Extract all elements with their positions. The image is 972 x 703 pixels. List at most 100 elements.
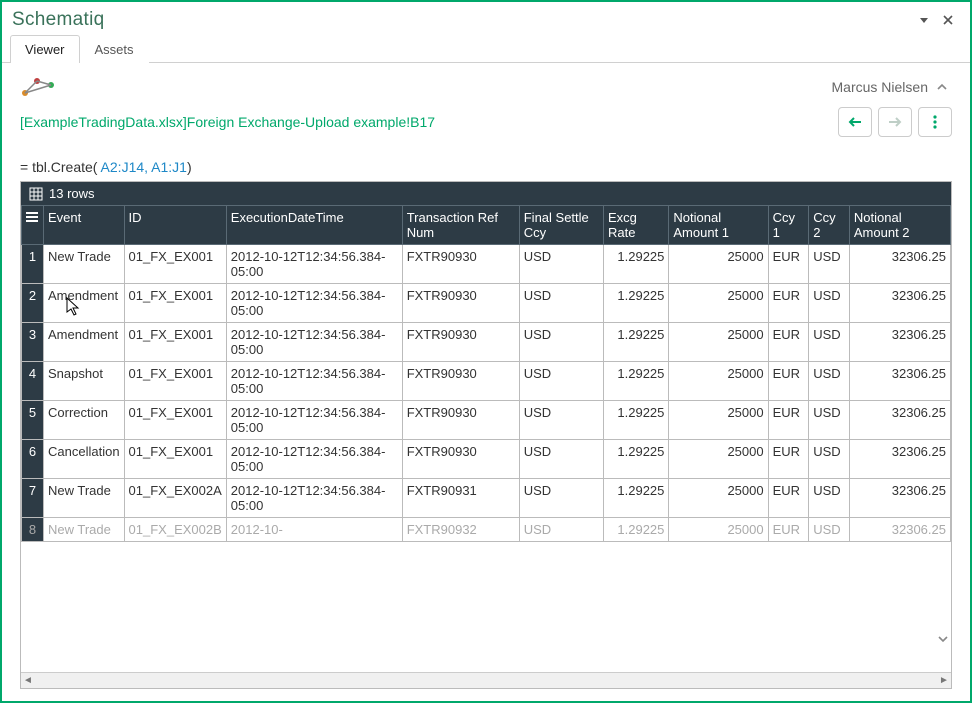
table-header-bar: 13 rows [21,182,951,205]
cell-ccy2: USD [809,362,850,401]
cell-amt1: 25000 [669,479,768,518]
col-amt1[interactable]: Notional Amount 1 [669,206,768,245]
cell-ccy1: EUR [768,401,809,440]
cell-event: New Trade [44,479,125,518]
cell-ccy1: EUR [768,284,809,323]
back-button[interactable] [838,107,872,137]
table-row[interactable]: 2Amendment01_FX_EX0012012-10-12T12:34:56… [22,284,951,323]
cell-ccy: USD [519,362,603,401]
cell-amt1: 25000 [669,323,768,362]
table-row[interactable]: 6Cancellation01_FX_EX0012012-10-12T12:34… [22,440,951,479]
cell-ccy: USD [519,401,603,440]
cell-rate: 1.29225 [603,362,668,401]
table-row[interactable]: 7New Trade01_FX_EX002A2012-10-12T12:34:5… [22,479,951,518]
row-number: 3 [22,323,44,362]
tab-viewer[interactable]: Viewer [10,35,80,63]
col-settleccy[interactable]: Final Settle Ccy [519,206,603,245]
table-row[interactable]: 5Correction01_FX_EX0012012-10-12T12:34:5… [22,401,951,440]
col-execdt[interactable]: ExecutionDateTime [226,206,402,245]
cell-ccy2: USD [809,323,850,362]
formula-suffix: ) [187,159,192,175]
cell-dt: 2012-10-12T12:34:56.384-05:00 [226,401,402,440]
table-row[interactable]: 8New Trade01_FX_EX002B2012-10-FXTR90932U… [22,518,951,542]
cell-rate: 1.29225 [603,479,668,518]
col-ref[interactable]: Transaction Ref Num [402,206,519,245]
cell-dt: 2012-10-12T12:34:56.384-05:00 [226,440,402,479]
cell-amt1: 25000 [669,440,768,479]
cell-amt2: 32306.25 [849,518,950,542]
cell-event: Correction [44,401,125,440]
cell-dt: 2012-10- [226,518,402,542]
row-number: 4 [22,362,44,401]
cell-ccy2: USD [809,440,850,479]
cell-ccy: USD [519,245,603,284]
cell-event: Amendment [44,323,125,362]
close-button[interactable] [936,8,960,32]
cell-rate: 1.29225 [603,245,668,284]
cell-amt2: 32306.25 [849,440,950,479]
table-row[interactable]: 4Snapshot01_FX_EX0012012-10-12T12:34:56.… [22,362,951,401]
row-number: 7 [22,479,44,518]
row-number: 5 [22,401,44,440]
row-count-label: 13 rows [49,186,95,201]
row-number: 6 [22,440,44,479]
cell-id: 01_FX_EX001 [124,440,226,479]
cell-ccy: USD [519,440,603,479]
cell-ref: FXTR90930 [402,440,519,479]
titlebar: Schematiq [2,2,970,34]
cell-ref: FXTR90932 [402,518,519,542]
cell-amt1: 25000 [669,284,768,323]
row-number: 8 [22,518,44,542]
formula: = tbl.Create( A2:J14, A1:J1) [20,159,952,175]
cell-dt: 2012-10-12T12:34:56.384-05:00 [226,245,402,284]
col-id[interactable]: ID [124,206,226,245]
cell-amt1: 25000 [669,401,768,440]
data-table: Event ID ExecutionDateTime Transaction R… [21,205,951,542]
cell-amt1: 25000 [669,245,768,284]
formula-args: A2:J14, A1:J1 [97,159,187,175]
cell-amt1: 25000 [669,518,768,542]
row-menu-header[interactable] [22,206,44,245]
cell-ref: FXTR90931 [402,479,519,518]
cell-ccy: USD [519,518,603,542]
col-event[interactable]: Event [44,206,125,245]
col-amt2[interactable]: Notional Amount 2 [849,206,950,245]
cell-amt2: 32306.25 [849,323,950,362]
cell-ccy1: EUR [768,518,809,542]
cell-ccy2: USD [809,245,850,284]
table-container: 13 rows Event ID ExecutionDateTime Trans… [20,181,952,689]
col-rate[interactable]: Excg Rate [603,206,668,245]
collapse-icon[interactable] [932,81,952,93]
username-label: Marcus Nielsen [832,79,928,95]
cell-id: 01_FX_EX001 [124,362,226,401]
cell-ccy1: EUR [768,479,809,518]
cell-event: Cancellation [44,440,125,479]
minimize-button[interactable] [912,8,936,32]
window-title: Schematiq [12,9,104,31]
cell-event: Amendment [44,284,125,323]
cell-rate: 1.29225 [603,284,668,323]
tab-assets[interactable]: Assets [80,35,149,63]
cell-amt2: 32306.25 [849,479,950,518]
cell-ref: FXTR90930 [402,401,519,440]
hscroll-left-icon[interactable]: ◄ [21,675,35,686]
hscrollbar[interactable]: ◄ ► [21,672,951,688]
row-number: 2 [22,284,44,323]
breadcrumb: [ExampleTradingData.xlsx]Foreign Exchang… [20,114,838,130]
more-button[interactable] [918,107,952,137]
cell-id: 01_FX_EX001 [124,323,226,362]
scroll-down-icon[interactable] [937,633,949,648]
breadcrumb-row: [ExampleTradingData.xlsx]Foreign Exchang… [20,107,952,137]
cell-id: 01_FX_EX002B [124,518,226,542]
forward-button[interactable] [878,107,912,137]
formula-prefix: = [20,159,32,175]
table-row[interactable]: 1New Trade01_FX_EX0012012-10-12T12:34:56… [22,245,951,284]
cell-amt2: 32306.25 [849,284,950,323]
col-ccy1[interactable]: Ccy 1 [768,206,809,245]
col-ccy2[interactable]: Ccy 2 [809,206,850,245]
table-scroll[interactable]: Event ID ExecutionDateTime Transaction R… [21,205,951,672]
cell-event: New Trade [44,245,125,284]
hscroll-right-icon[interactable]: ► [937,675,951,686]
table-row[interactable]: 3Amendment01_FX_EX0012012-10-12T12:34:56… [22,323,951,362]
nav-buttons [838,107,952,137]
